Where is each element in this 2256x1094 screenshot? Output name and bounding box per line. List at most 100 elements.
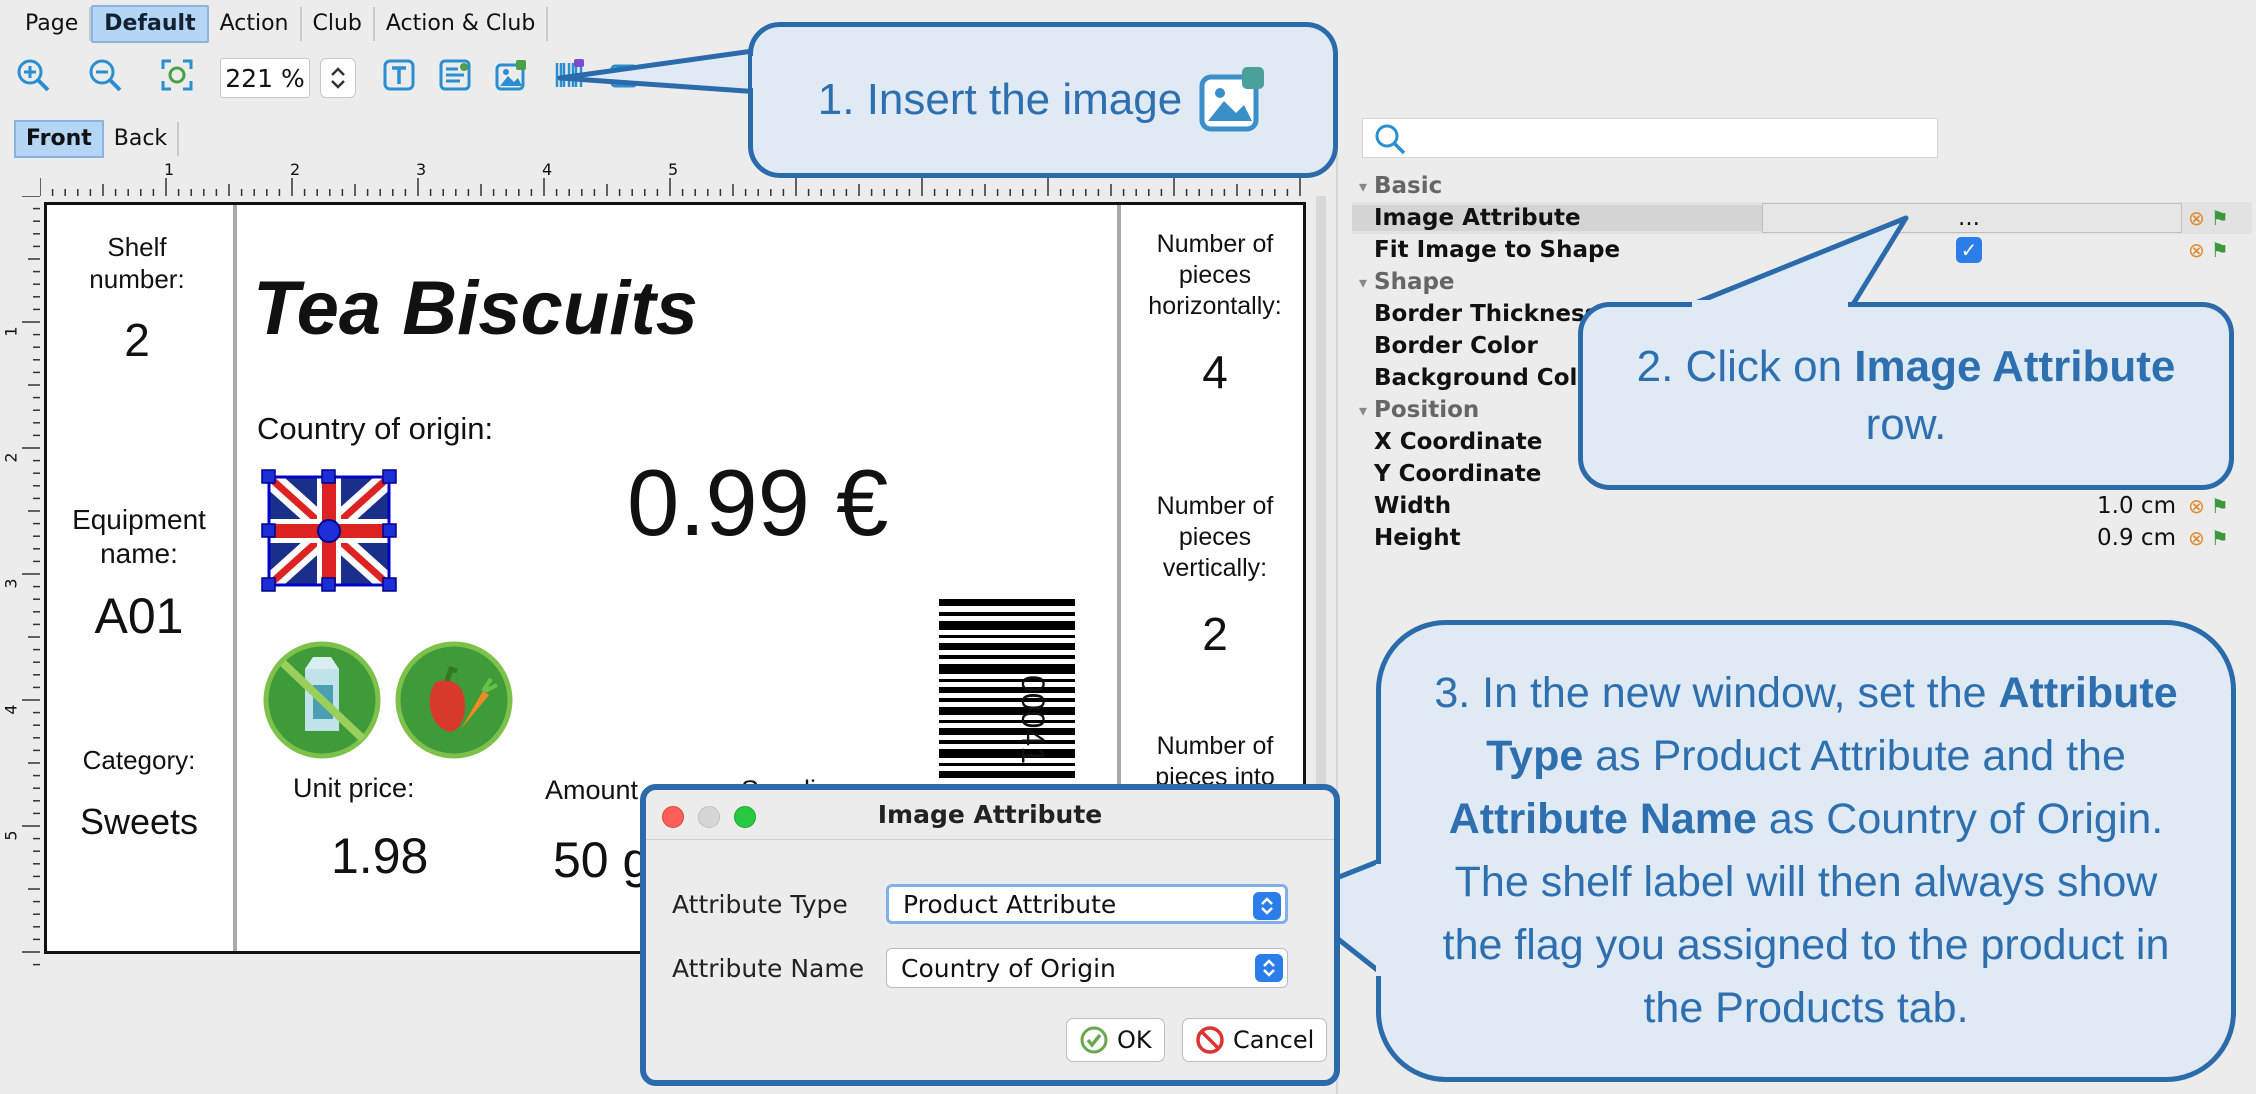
callout-text-block: 2. Click on Image Attribute row. [1613, 338, 2199, 454]
text-block-tool-icon[interactable] [434, 54, 476, 96]
pieces-horizontal-value[interactable]: 4 [1125, 345, 1305, 399]
width-value[interactable]: 1.0 cm [1762, 491, 2182, 521]
select-arrows-icon [1255, 954, 1283, 982]
chevron-down-icon: ▾ [1358, 176, 1368, 196]
ruler-label: 5 [1, 830, 21, 841]
attribute-type-value: Product Attribute [903, 889, 1117, 919]
callout-text: 1. Insert the image [817, 75, 1183, 124]
attribute-name-value: Country of Origin [901, 953, 1116, 983]
image-attribute-value[interactable]: ... [1762, 203, 2182, 233]
zoom-level-field[interactable]: 221 % [220, 58, 310, 98]
tab-front[interactable]: Front [14, 120, 104, 158]
prop-name: Height [1374, 525, 1461, 551]
divider [233, 205, 237, 951]
ruler-label: 1 [1, 326, 21, 337]
tab-page[interactable]: Page [14, 7, 92, 41]
callout-set-attributes: 3. In the new window, set the Attribute … [1376, 620, 2236, 1082]
tab-action[interactable]: Action [209, 7, 302, 41]
window-controls [662, 806, 756, 828]
ruler-label: 4 [1, 704, 21, 715]
fit-image-checkbox[interactable]: ✓ [1956, 237, 1982, 263]
check-circle-icon [1080, 1026, 1108, 1054]
amount-label[interactable]: Amount [545, 775, 638, 806]
attribute-name-label: Attribute Name [672, 954, 865, 983]
row-width[interactable]: Width 1.0 cm ⊗ ⚑ [1352, 490, 2252, 522]
tab-club[interactable]: Club [302, 7, 375, 41]
zoom-window-icon[interactable] [734, 806, 756, 828]
row-fit-image[interactable]: Fit Image to Shape ✓ ⊗ ⚑ [1352, 234, 2252, 266]
tab-default[interactable]: Default [91, 5, 209, 43]
pin-icon[interactable]: ⚑ [2211, 494, 2229, 518]
barcode-tool-icon[interactable] [548, 54, 590, 96]
reset-icon[interactable]: ⊗ [2188, 526, 2205, 550]
barcode[interactable] [939, 597, 1079, 787]
text-tool-icon[interactable] [378, 54, 420, 96]
minimize-window-icon[interactable] [698, 806, 720, 828]
row-image-attribute[interactable]: Image Attribute ... ⊗ ⚑ [1352, 202, 2252, 234]
group-basic[interactable]: ▾ Basic [1352, 170, 2252, 202]
attribute-name-select[interactable]: Country of Origin [886, 948, 1288, 988]
country-of-origin-label[interactable]: Country of origin: [257, 411, 493, 447]
pin-icon[interactable]: ⚑ [2211, 526, 2229, 550]
reset-icon[interactable]: ⊗ [2188, 238, 2205, 262]
category-value[interactable]: Sweets [51, 801, 227, 843]
ruler-label: 1 [164, 160, 175, 179]
reset-icon[interactable]: ⊗ [2188, 494, 2205, 518]
ok-button[interactable]: OK [1066, 1018, 1165, 1062]
attribute-type-label: Attribute Type [672, 890, 848, 919]
amount-value[interactable]: 50 g [553, 831, 650, 889]
vegetables-icon[interactable] [395, 641, 513, 759]
zoom-out-icon[interactable] [84, 54, 126, 96]
chevron-down-icon: ▾ [1358, 272, 1368, 292]
search-icon [1375, 124, 1406, 155]
price-value[interactable]: 0.99 € [627, 449, 888, 557]
shape-tool-icon[interactable] [604, 54, 646, 96]
fit-page-icon[interactable] [156, 54, 198, 96]
zoom-in-icon[interactable] [12, 54, 54, 96]
pin-icon[interactable]: ⚑ [2211, 238, 2229, 262]
group-label: Basic [1374, 173, 1443, 199]
product-title[interactable]: Tea Biscuits [253, 265, 698, 352]
reset-icon[interactable]: ⊗ [2188, 206, 2205, 230]
callout-text: row. [1865, 400, 1947, 449]
close-window-icon[interactable] [662, 806, 684, 828]
no-milk-icon[interactable] [263, 641, 381, 759]
pieces-vertical-label[interactable]: Number of pieces vertically: [1125, 491, 1305, 584]
tab-action-club[interactable]: Action & Club [375, 7, 549, 41]
equipment-name-label[interactable]: Equipment name: [51, 503, 227, 571]
group-label: Position [1374, 397, 1480, 423]
row-height[interactable]: Height 0.9 cm ⊗ ⚑ [1352, 522, 2252, 554]
zoom-stepper[interactable] [320, 58, 356, 98]
pieces-horizontal-label[interactable]: Number of pieces horizontally: [1125, 229, 1305, 322]
cancel-label: Cancel [1233, 1026, 1315, 1054]
callout-bold-text: Image Attribute [1854, 342, 2176, 391]
chevron-down-icon: ▾ [1358, 400, 1368, 420]
shelf-number-label[interactable]: Shelf number: [57, 231, 217, 295]
shelf-number-value[interactable]: 2 [57, 313, 217, 367]
unit-price-label[interactable]: Unit price: [293, 773, 415, 804]
unit-price-value[interactable]: 1.98 [331, 827, 428, 885]
image-tool-icon[interactable] [490, 54, 532, 96]
cancel-button[interactable]: Cancel [1182, 1018, 1328, 1062]
property-search-input[interactable] [1362, 118, 1938, 158]
pin-icon[interactable]: ⚑ [2211, 206, 2229, 230]
toolbar: 221 % [0, 50, 760, 104]
cancel-circle-icon [1196, 1026, 1224, 1054]
height-value[interactable]: 0.9 cm [1762, 523, 2182, 553]
equipment-name-value[interactable]: A01 [51, 587, 227, 645]
pieces-vertical-value[interactable]: 2 [1125, 607, 1305, 661]
group-shape[interactable]: ▾ Shape [1352, 266, 2252, 298]
prop-name: Width [1374, 493, 1452, 519]
category-label[interactable]: Category: [51, 745, 227, 776]
barcode-bars-icon [939, 599, 1075, 778]
callout-bold-text: Attribute Name [1448, 795, 1757, 843]
callout-seam [1692, 300, 1848, 312]
mode-tabs: Page Default Action Club Action & Club [14, 5, 549, 43]
vertical-ruler: 1 2 3 4 5 [0, 195, 40, 966]
select-arrows-icon [1253, 892, 1281, 920]
callout-seam [1376, 864, 1390, 976]
line-tool-icon[interactable] [660, 54, 702, 96]
attribute-type-select[interactable]: Product Attribute [886, 884, 1288, 924]
flag-image-selected[interactable] [261, 469, 397, 593]
tab-back[interactable]: Back [104, 122, 180, 156]
